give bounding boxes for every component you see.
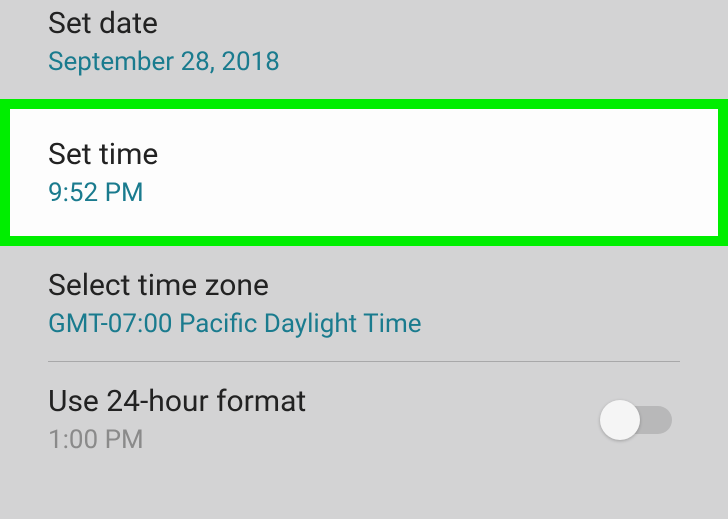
time-zone-title: Select time zone xyxy=(48,268,680,303)
date-time-settings-list: Set date September 28, 2018 Set time 9:5… xyxy=(0,0,728,455)
highlighted-section: Set time 9:52 PM xyxy=(0,99,728,246)
set-time-item[interactable]: Set time 9:52 PM xyxy=(10,109,718,236)
set-time-title: Set time xyxy=(48,137,680,172)
set-time-value: 9:52 PM xyxy=(48,178,680,208)
hour-format-title: Use 24-hour format xyxy=(48,384,602,419)
hour-format-toggle[interactable] xyxy=(602,406,672,434)
hour-format-item[interactable]: Use 24-hour format 1:00 PM xyxy=(0,362,728,455)
time-zone-value: GMT-07:00 Pacific Daylight Time xyxy=(48,309,680,339)
set-date-title: Set date xyxy=(48,6,680,41)
set-date-item[interactable]: Set date September 28, 2018 xyxy=(0,0,728,99)
set-date-value: September 28, 2018 xyxy=(48,47,680,77)
time-zone-item[interactable]: Select time zone GMT-07:00 Pacific Dayli… xyxy=(0,246,728,361)
hour-format-value: 1:00 PM xyxy=(48,425,602,455)
hour-format-text: Use 24-hour format 1:00 PM xyxy=(48,384,602,455)
toggle-knob xyxy=(600,400,640,440)
